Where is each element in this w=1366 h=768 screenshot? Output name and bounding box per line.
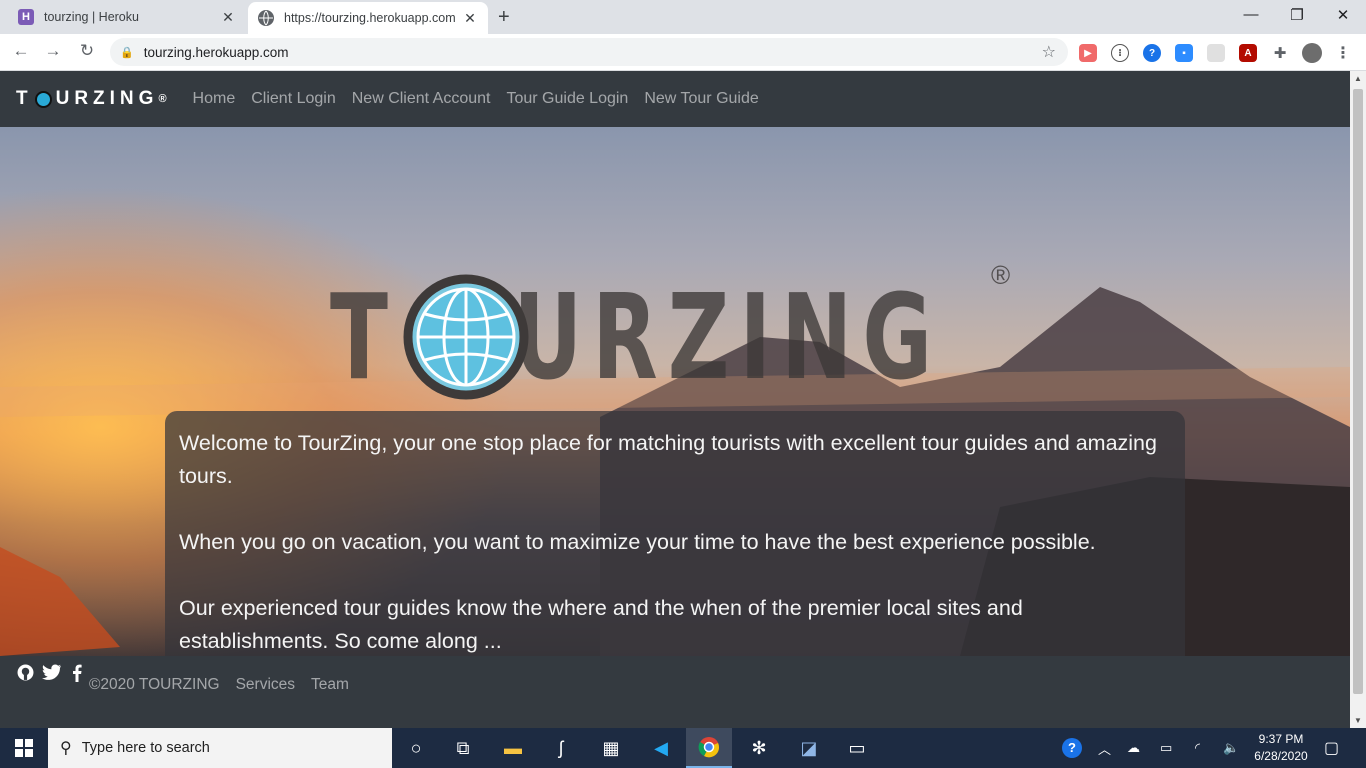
nav-new-client-account[interactable]: New Client Account — [352, 90, 491, 108]
restore-icon[interactable]: ❐ — [1282, 6, 1312, 24]
tab-tourzing[interactable]: https://tourzing.herokuapp.com ✕ — [248, 2, 488, 34]
back-icon[interactable]: ← — [10, 41, 32, 61]
heroku-icon: H — [18, 9, 34, 25]
welcome-paragraph: Our experienced tour guides know the whe… — [179, 596, 1023, 653]
notifications-icon[interactable]: ▢ — [1324, 728, 1339, 768]
globe-logo-icon — [34, 90, 52, 108]
file-explorer-icon[interactable]: ▬ — [490, 728, 536, 768]
twitter-icon[interactable] — [42, 664, 62, 687]
tab-heroku[interactable]: H tourzing | Heroku ✕ — [8, 2, 246, 32]
taskbar-search-input[interactable]: ⚲ Type here to search — [48, 728, 392, 768]
windows-taskbar: ⚲ Type here to search ○ ⧉ ▬ ʃ ▦ ◀ ✻ ◪ ▭ … — [0, 728, 1366, 768]
bookmark-star-icon[interactable]: ☆ — [1042, 42, 1056, 62]
menu-icon[interactable]: ⋮ — [1334, 44, 1352, 62]
page-scrollbar[interactable]: ▲ ▼ — [1350, 71, 1366, 728]
chrome-taskbar-icon[interactable] — [686, 728, 732, 768]
extension-icon[interactable]: ⁝ — [1111, 44, 1129, 62]
close-icon[interactable]: ✕ — [220, 9, 236, 26]
search-placeholder: Type here to search — [81, 740, 210, 756]
slack-icon[interactable]: ✻ — [736, 728, 782, 768]
app-icon[interactable]: ◪ — [786, 728, 832, 768]
extension-icon[interactable]: ? — [1143, 44, 1161, 62]
scroll-down-icon[interactable]: ▼ — [1354, 716, 1362, 725]
site-navbar: T URZING ® Home Client Login New Client Ac… — [0, 71, 1350, 127]
tab-title: tourzing | Heroku — [44, 10, 139, 24]
clock-time: 9:37 PM — [1258, 732, 1304, 746]
nav-tour-guide-login[interactable]: Tour Guide Login — [506, 90, 628, 108]
welcome-panel: Welcome to TourZing, your one stop place… — [165, 411, 1185, 671]
app-icon[interactable]: ʃ — [538, 728, 584, 768]
nav-links: Home Client Login New Client Account Tou… — [185, 90, 767, 108]
registered-mark: ® — [991, 260, 1011, 290]
nav-home[interactable]: Home — [193, 90, 236, 108]
site-brand[interactable]: T URZING ® — [16, 88, 167, 110]
hero-globe-icon — [403, 274, 529, 400]
extension-icon[interactable] — [1207, 44, 1225, 62]
tab-strip: H tourzing | Heroku ✕ https://tourzing.h… — [0, 0, 1366, 34]
battery-icon[interactable]: ▭ — [1160, 728, 1172, 768]
scroll-up-icon[interactable]: ▲ — [1354, 74, 1362, 83]
welcome-paragraph: When you go on vacation, you want to max… — [179, 530, 1096, 554]
footer-link-services[interactable]: Services — [236, 676, 295, 694]
network-icon[interactable]: ◜ — [1195, 728, 1200, 768]
scrollbar-thumb[interactable] — [1353, 89, 1363, 694]
avatar[interactable] — [1302, 43, 1322, 63]
minimize-icon[interactable]: — — [1236, 6, 1266, 23]
store-icon[interactable]: ▦ — [588, 728, 634, 768]
url-text: tourzing.herokuapp.com — [143, 44, 289, 60]
terminal-icon[interactable]: ▭ — [834, 728, 880, 768]
chevron-up-icon[interactable]: ︿ — [1098, 728, 1111, 768]
social-links — [16, 664, 94, 687]
site-footer: ©2020 TOURZING Services Team — [0, 656, 1350, 728]
volume-icon[interactable]: 🔈 — [1223, 728, 1239, 768]
tab-title: https://tourzing.herokuapp.com — [284, 11, 456, 25]
address-bar[interactable]: 🔒 tourzing.herokuapp.com ☆ — [110, 38, 1068, 66]
reload-icon[interactable]: ↻ — [76, 41, 98, 61]
facebook-icon[interactable] — [68, 664, 86, 687]
new-tab-icon[interactable]: + — [498, 6, 510, 29]
task-view-icon[interactable]: ⧉ — [440, 728, 486, 768]
onedrive-icon[interactable]: ☁ — [1127, 728, 1140, 768]
welcome-paragraph: Welcome to TourZing, your one stop place… — [179, 431, 1157, 488]
github-icon[interactable] — [16, 664, 34, 687]
close-window-icon[interactable]: ✕ — [1328, 6, 1358, 24]
footer-link-team[interactable]: Team — [311, 676, 349, 694]
forward-icon[interactable]: → — [42, 41, 64, 61]
nav-new-tour-guide[interactable]: New Tour Guide — [644, 90, 758, 108]
cortana-icon[interactable]: ○ — [393, 728, 439, 768]
copyright-text: ©2020 TOURZING — [89, 676, 220, 693]
windows-start-icon[interactable] — [0, 728, 48, 768]
nav-client-login[interactable]: Client Login — [251, 90, 336, 108]
acrobat-icon[interactable]: A — [1239, 44, 1257, 62]
close-icon[interactable]: ✕ — [462, 10, 478, 27]
search-icon: ⚲ — [60, 740, 72, 757]
vscode-icon[interactable]: ◀ — [638, 728, 684, 768]
help-icon[interactable]: ? — [1062, 728, 1082, 768]
web-page: T URZING ® Home Client Login New Client Ac… — [0, 71, 1350, 728]
extension-icon[interactable]: ▶ — [1079, 44, 1097, 62]
browser-toolbar: ← → ↻ 🔒 tourzing.herokuapp.com ☆ ▶ ⁝ ? ▪… — [0, 34, 1366, 71]
globe-icon — [258, 10, 274, 26]
lock-icon: 🔒 — [120, 46, 134, 59]
zoom-extension-icon[interactable]: ▪ — [1175, 44, 1193, 62]
taskbar-clock[interactable]: 9:37 PM 6/28/2020 — [1250, 731, 1312, 765]
hero-section: T URZING ® Welcome to TourZing, your one … — [0, 127, 1350, 671]
clock-date: 6/28/2020 — [1254, 749, 1308, 763]
footer-links: ©2020 TOURZING Services Team — [89, 676, 365, 694]
extensions-puzzle-icon[interactable]: ✚ — [1271, 44, 1289, 62]
